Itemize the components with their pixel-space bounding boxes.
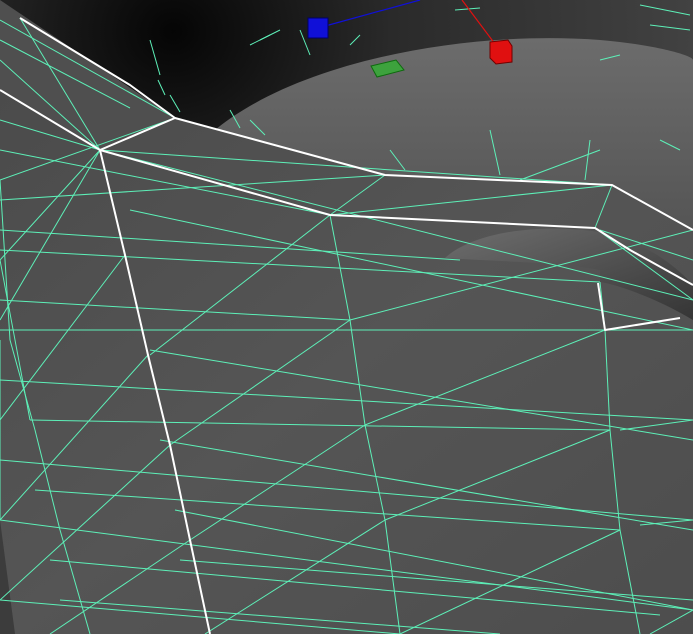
z-axis-handle-icon[interactable] [307, 17, 329, 39]
viewport-canvas[interactable] [0, 0, 693, 634]
x-axis-handle-icon[interactable] [489, 39, 513, 65]
3d-viewport[interactable] [0, 0, 693, 634]
